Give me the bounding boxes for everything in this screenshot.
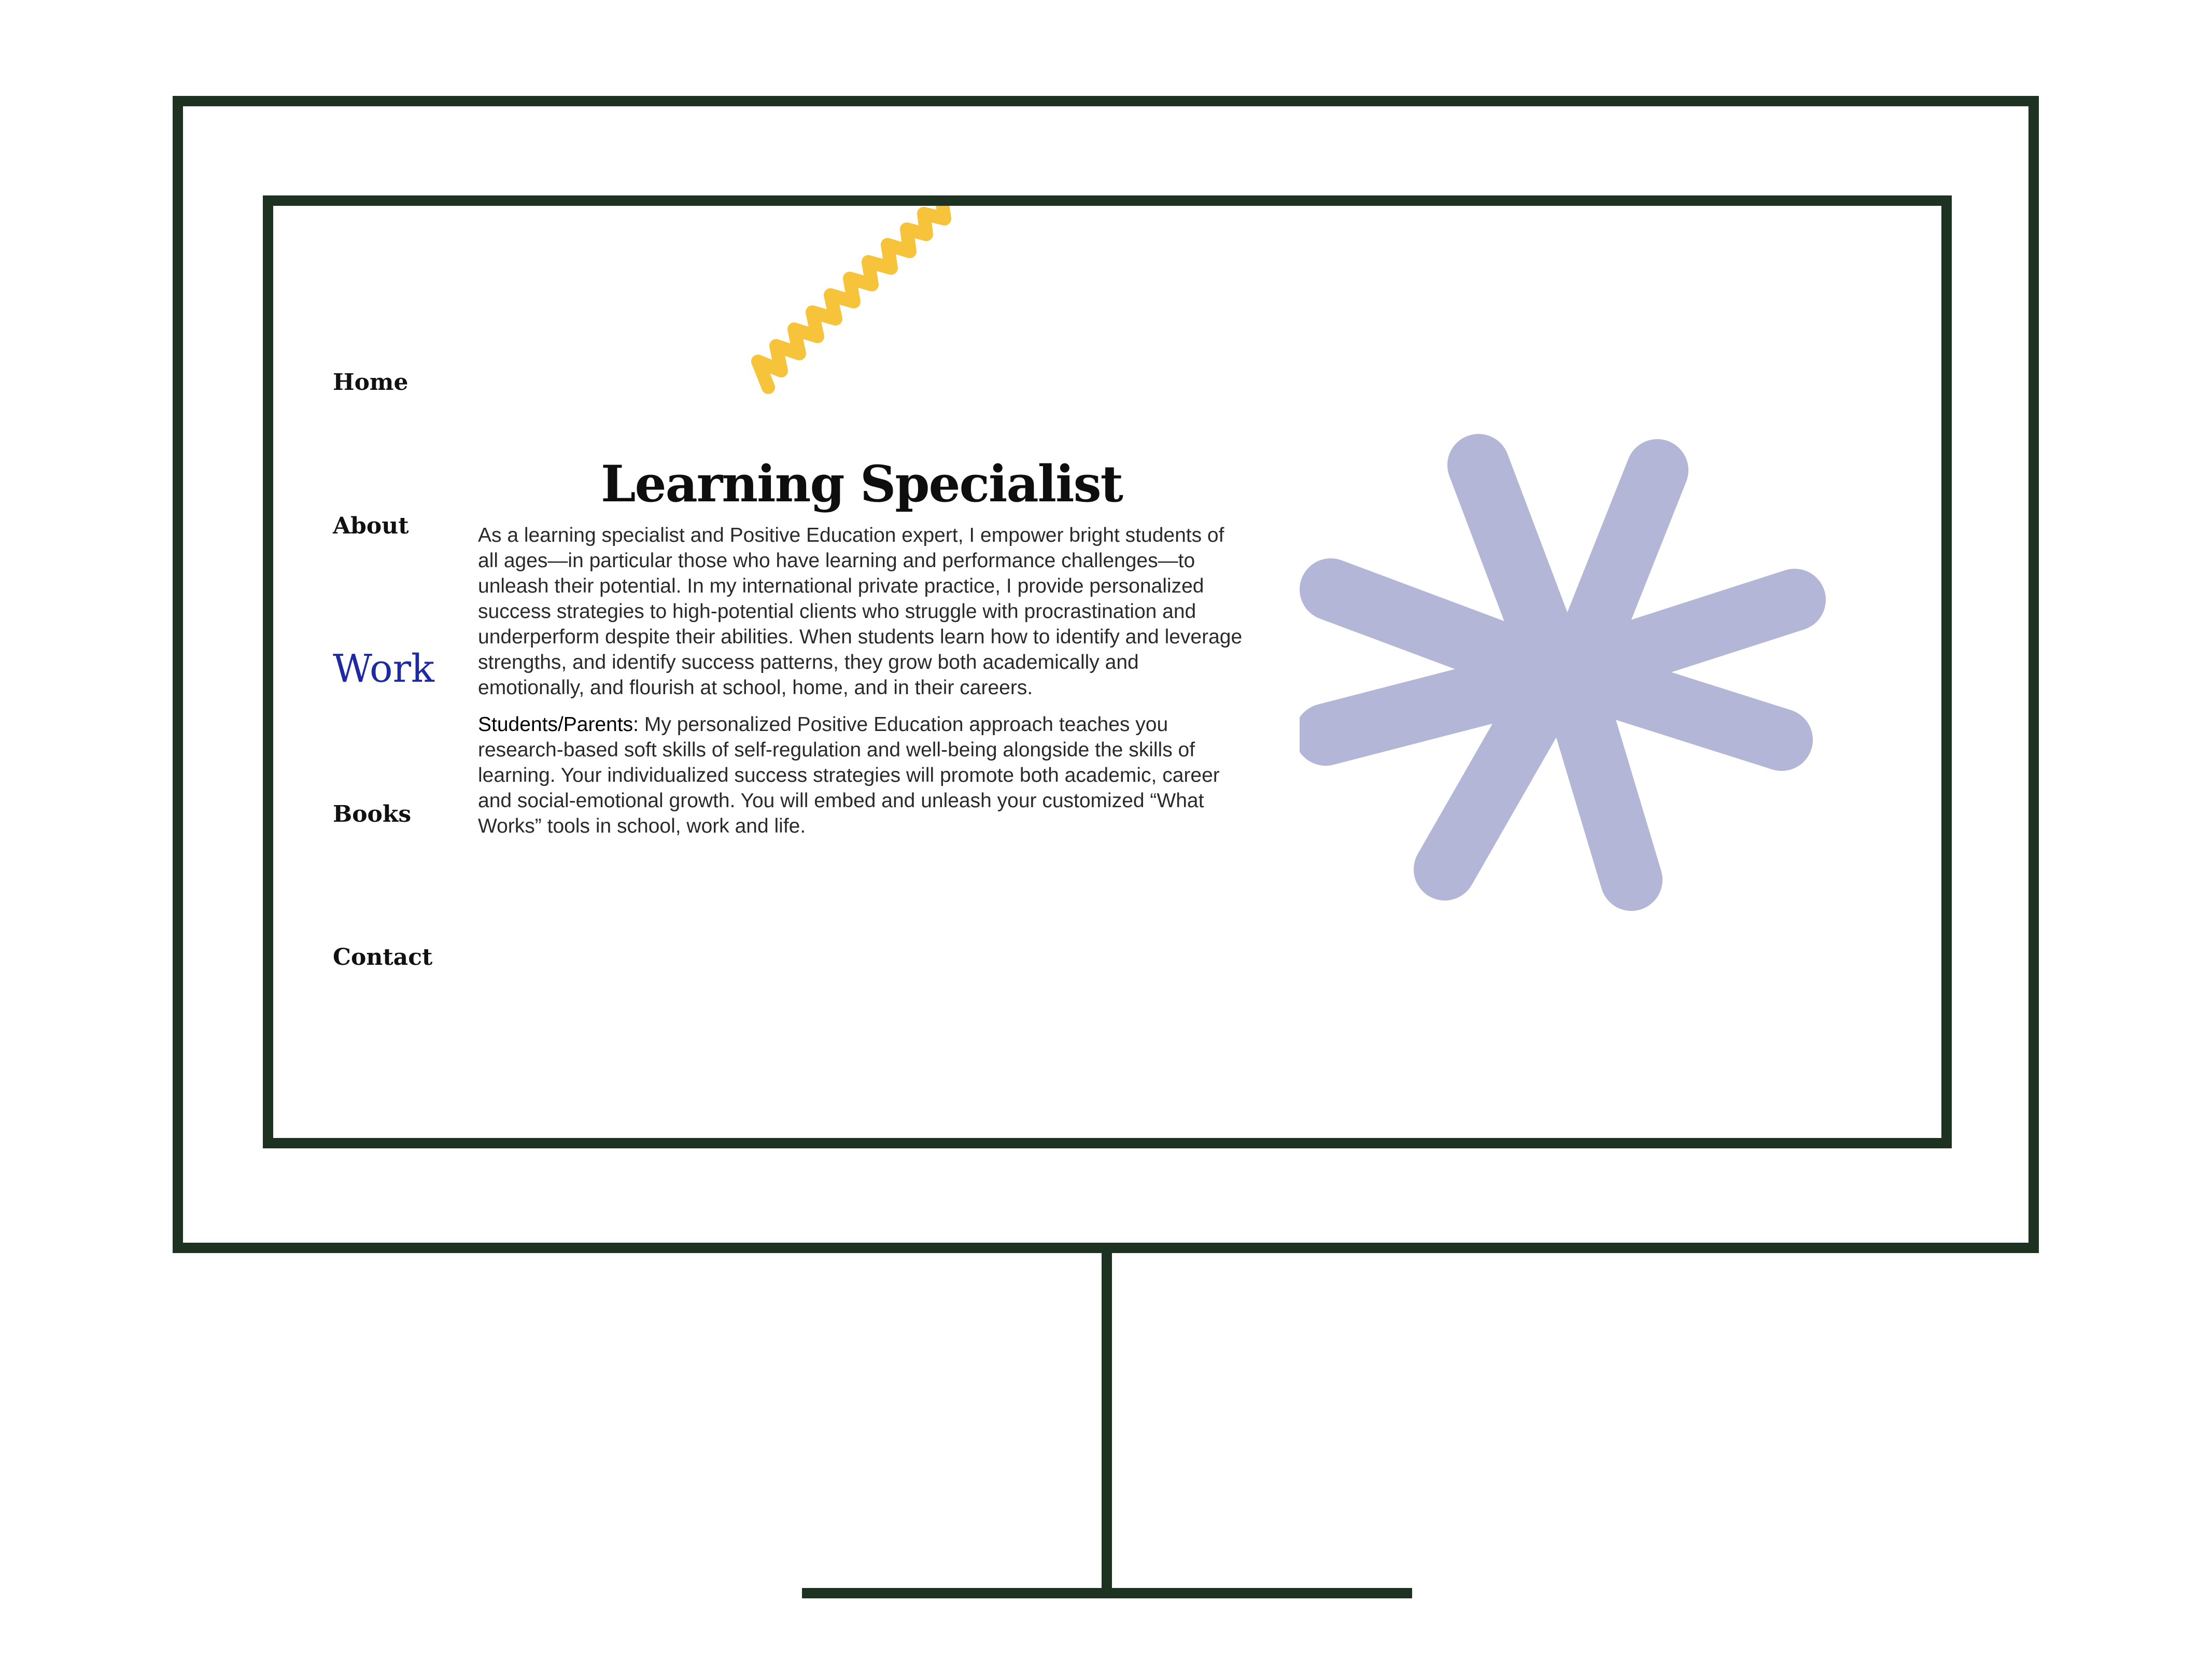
paragraph-lead: Students/Parents: xyxy=(478,713,639,736)
main-content: Learning Specialist As a learning specia… xyxy=(478,455,1245,850)
monitor-stand-base xyxy=(802,1588,1412,1598)
nav-item-contact[interactable]: Contact xyxy=(333,944,432,971)
zigzag-squiggle-icon xyxy=(751,206,951,394)
site-nav: Home About Work Books Contact xyxy=(333,206,488,1138)
monitor-screen: Home About Work Books Contact Learning S… xyxy=(263,195,1952,1148)
nav-item-home[interactable]: Home xyxy=(333,369,408,396)
nav-item-books[interactable]: Books xyxy=(333,801,411,827)
students-parents-paragraph: Students/Parents: My personalized Positi… xyxy=(478,712,1245,839)
nav-item-work[interactable]: Work xyxy=(333,646,434,691)
page-title: Learning Specialist xyxy=(601,455,1123,513)
asterisk-icon xyxy=(1300,434,1826,911)
monitor-stand-neck xyxy=(1102,1253,1112,1594)
intro-paragraph: As a learning specialist and Positive Ed… xyxy=(478,524,1243,699)
nav-item-about[interactable]: About xyxy=(333,513,409,539)
